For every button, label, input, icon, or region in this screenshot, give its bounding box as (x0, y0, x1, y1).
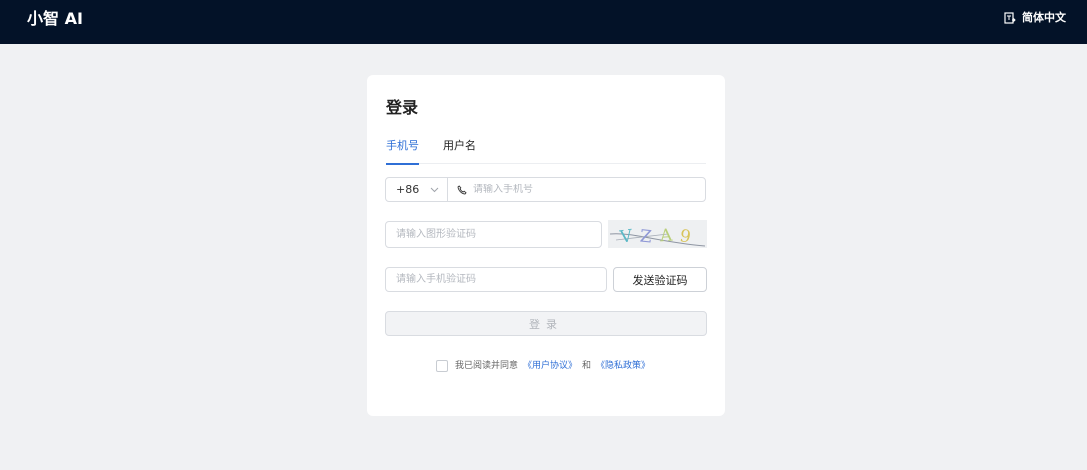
privacy-policy-link[interactable]: 《隐私政策》 (596, 360, 650, 372)
tab-phone[interactable]: 手机号 (386, 139, 419, 165)
login-card: 登录 手机号 用户名 +86 V Z A 9 发送验证码 登 (367, 75, 725, 416)
language-switcher[interactable]: 简体中文 (1004, 11, 1066, 25)
country-code-select[interactable]: +86 (386, 178, 448, 201)
agreement-prefix: 我已阅读并同意 (455, 361, 519, 371)
sms-code-input[interactable] (385, 267, 607, 292)
captcha-image[interactable]: V Z A 9 (608, 220, 707, 248)
agreement-checkbox[interactable] (436, 360, 448, 372)
agreement-and: 和 (582, 361, 592, 371)
phone-field (448, 178, 705, 201)
captcha-input[interactable] (385, 221, 602, 248)
phone-input[interactable] (473, 184, 693, 195)
tab-username[interactable]: 用户名 (443, 139, 476, 164)
login-method-tabs: 手机号 用户名 (386, 139, 706, 165)
phone-icon (457, 184, 467, 194)
phone-input-group: +86 (385, 177, 706, 202)
send-code-button[interactable]: 发送验证码 (613, 267, 707, 292)
language-label: 简体中文 (1022, 11, 1066, 24)
agreement-row: 我已阅读并同意 《用户协议》 和 《隐私政策》 (436, 360, 650, 372)
country-code-value: +86 (396, 183, 420, 196)
language-switch-icon (1004, 12, 1016, 24)
user-agreement-link[interactable]: 《用户协议》 (523, 360, 577, 372)
captcha-graphic: V Z A 9 (609, 226, 706, 248)
brand-logo[interactable]: 小智 AI (27, 9, 83, 29)
svg-text:V: V (618, 226, 635, 248)
login-submit-button[interactable]: 登录 (385, 311, 707, 336)
login-title: 登录 (386, 98, 419, 117)
svg-text:Z: Z (639, 226, 653, 247)
chevron-down-icon (430, 187, 439, 193)
svg-text:A: A (658, 226, 673, 247)
top-navigation-bar: 小智 AI 简体中文 (0, 0, 1087, 44)
